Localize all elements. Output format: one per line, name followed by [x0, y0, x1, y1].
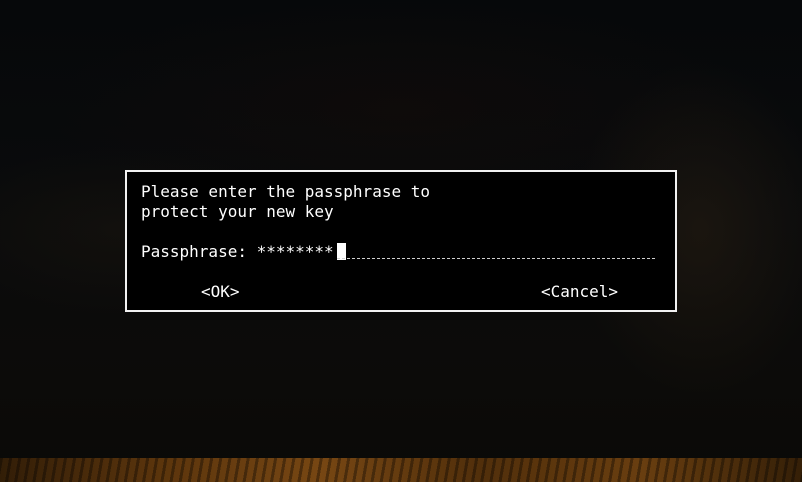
pinentry-dialog: Please enter the passphrase to protect y…	[125, 170, 677, 312]
passphrase-label: Passphrase:	[141, 242, 257, 261]
prompt-line-2: protect your new key	[141, 202, 334, 221]
ok-button[interactable]: <OK>	[201, 282, 240, 302]
passphrase-input[interactable]: ********	[257, 242, 657, 262]
wallpaper-bottom-strip	[0, 458, 802, 482]
prompt-line-1: Please enter the passphrase to	[141, 182, 430, 201]
passphrase-row: Passphrase: ********	[141, 242, 657, 262]
cancel-button[interactable]: <Cancel>	[541, 282, 618, 302]
passphrase-masked-value: ********	[256, 242, 334, 261]
passphrase-field-underline	[336, 258, 655, 259]
